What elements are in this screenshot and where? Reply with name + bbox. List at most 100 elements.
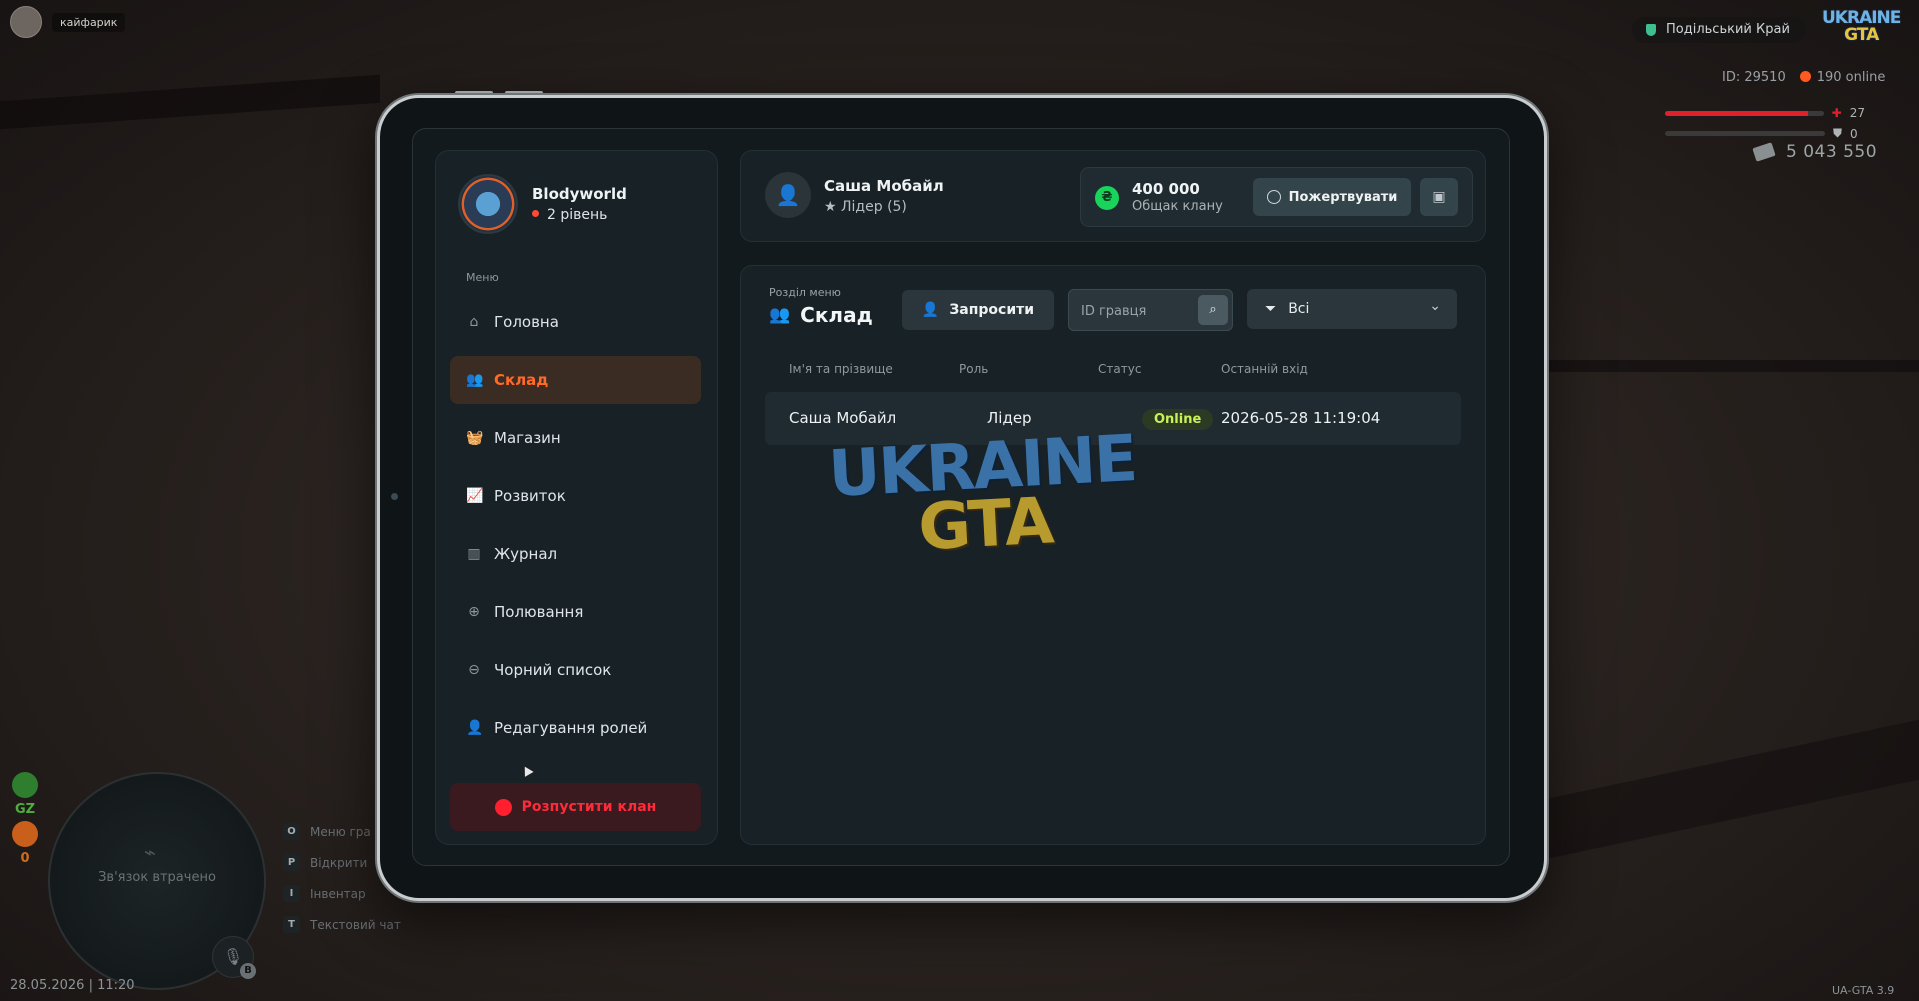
- status-bars: ✚ 27 ⛊ 0: [1665, 106, 1865, 147]
- logo-line-2: GTA: [1844, 25, 1879, 45]
- sidebar-item-hunting[interactable]: ⊕ Полювання: [450, 588, 701, 636]
- coin-icon: ₴: [1095, 186, 1119, 210]
- sidebar-item-journal[interactable]: ▥ Журнал: [450, 530, 701, 578]
- box-icon: ▣: [1432, 189, 1446, 205]
- section-title-text: Склад: [800, 303, 873, 327]
- donate-button[interactable]: Пожертвувати: [1253, 178, 1411, 216]
- crosshair-icon: ⊕: [468, 604, 480, 620]
- player-nickname: кайфарик: [52, 12, 126, 32]
- cash-icon: [1752, 142, 1776, 162]
- background-beam: [0, 74, 380, 130]
- sidebar-item-label: Журнал: [494, 545, 558, 563]
- column-header-name: Ім'я та прізвище: [789, 362, 893, 376]
- treasury-label: Общак клану: [1132, 199, 1223, 214]
- gang-zone-icon: [12, 772, 38, 798]
- gang-zone-label: GZ: [14, 802, 36, 817]
- hud-server-info: ID: 29510 190 online: [1722, 70, 1885, 85]
- armor-row: ⛊ 0: [1665, 126, 1865, 141]
- server-name: Подільський Край: [1666, 22, 1790, 37]
- player-id-input[interactable]: [1079, 290, 1188, 332]
- clan-level: 2 рівень: [532, 207, 627, 223]
- armor-bar: [1665, 131, 1825, 136]
- plus-circle-icon: [1266, 190, 1281, 204]
- sidebar-item-roster[interactable]: 👥 Склад: [450, 356, 701, 404]
- sidebar-item-blacklist[interactable]: ⊖ Чорний список: [450, 646, 701, 694]
- home-icon: ⌂: [469, 314, 479, 330]
- wanted-count: 0: [20, 851, 30, 866]
- ban-icon: ⊖: [468, 662, 480, 678]
- donate-label: Пожертвувати: [1288, 189, 1398, 205]
- invite-button[interactable]: 👤 Запросити: [902, 290, 1054, 330]
- menu-title: Меню: [466, 271, 499, 284]
- disband-label: Розпустити клан: [521, 799, 657, 815]
- sidebar-item-label: Головна: [494, 313, 559, 331]
- online-text: 190 online: [1816, 70, 1886, 85]
- sidebar-item-home[interactable]: ⌂ Головна: [450, 298, 701, 346]
- background-beam: [1540, 360, 1919, 372]
- storage-box-button[interactable]: ▣: [1420, 178, 1458, 216]
- keybind-label: Інвентар: [310, 886, 366, 901]
- key-cap: I: [283, 885, 300, 902]
- shield-icon: [1646, 24, 1656, 36]
- hud-player: кайфарик: [10, 6, 126, 38]
- player-search: ⌕: [1068, 289, 1233, 332]
- clan-sidebar: Blodyworld 2 рівень Меню ⌂ Головна 👥 Склад…: [435, 150, 718, 845]
- section-subtitle: Розділ меню: [769, 286, 841, 299]
- game-datetime: 28.05.2026 | 11:20: [10, 978, 135, 993]
- column-header-status: Статус: [1098, 362, 1142, 376]
- disband-icon: [494, 798, 512, 816]
- online-dot-icon: [1799, 71, 1811, 82]
- clan-name: Blodyworld: [532, 185, 627, 203]
- section-title: 👥 Склад: [769, 303, 873, 327]
- health-row: ✚ 27: [1665, 106, 1865, 120]
- minimap-status: Зв'язок втрачено: [98, 870, 216, 885]
- health-bar-fill: [1665, 110, 1808, 116]
- status-filter-select[interactable]: ⏷ Всі ⌄: [1247, 289, 1457, 329]
- no-signal-icon: ⌁: [144, 840, 157, 864]
- key-cap: O: [283, 823, 300, 840]
- sidebar-item-label: Склад: [494, 371, 549, 389]
- wanted-icon: [12, 821, 38, 847]
- sidebar-item-shop[interactable]: 🧺 Магазин: [450, 414, 701, 462]
- column-header-role: Роль: [959, 362, 989, 376]
- sidebar-item-label: Магазин: [494, 429, 561, 447]
- health-bar: [1665, 110, 1824, 116]
- game-watermark-logo: UKRAINE GTA: [827, 422, 1140, 565]
- keybind-label: Меню гра: [310, 824, 371, 839]
- member-role: Лідер: [987, 409, 1032, 427]
- search-icon: ⌕: [1209, 302, 1217, 317]
- sidebar-item-label: Полювання: [494, 603, 584, 621]
- game-version: UA-GTA 3.9: [1832, 984, 1895, 997]
- hud-side-badges: GZ 0: [12, 772, 38, 866]
- team-icon: 👥: [466, 372, 484, 388]
- level-dot-icon: [532, 210, 539, 217]
- key-cap: T: [283, 916, 300, 933]
- user-add-icon: 👤: [921, 302, 940, 318]
- key-cap: P: [283, 854, 300, 871]
- health-icon: ✚: [1831, 106, 1842, 120]
- disband-clan-button[interactable]: Розпустити клан: [450, 783, 701, 831]
- user-avatar-icon: 👤: [765, 172, 811, 218]
- filter-icon: ⏷: [1265, 301, 1277, 317]
- sidebar-item-development[interactable]: 📈 Розвиток: [450, 472, 701, 520]
- money-value: 5 043 550: [1786, 142, 1878, 162]
- star-icon: ★: [824, 199, 842, 215]
- background-beam: [1540, 719, 1919, 861]
- player-id: ID: 29510: [1722, 70, 1786, 85]
- status-badge: Online: [1142, 409, 1214, 430]
- sidebar-item-role-edit[interactable]: 👤 Редагування ролей: [450, 704, 701, 752]
- keybind-label: Відкрити: [310, 855, 368, 870]
- armor-icon: ⛊: [1833, 126, 1843, 140]
- user-edit-icon: 👤: [466, 720, 484, 736]
- armor-value: 0: [1850, 126, 1858, 141]
- leader-role-text: Лідер (5): [841, 199, 907, 215]
- sidebar-menu: ⌂ Головна 👥 Склад 🧺 Магазин 📈 Розвиток ▥ Журн…: [450, 298, 701, 762]
- leader-name: Саша Мобайл: [824, 177, 944, 195]
- clan-level-text: 2 рівень: [547, 207, 608, 223]
- sidebar-item-label: Чорний список: [494, 661, 612, 679]
- search-button[interactable]: ⌕: [1198, 295, 1228, 325]
- game-logo: UKRAINE GTA: [1822, 10, 1901, 45]
- player-avatar: [10, 6, 42, 38]
- member-name: Саша Мобайл: [789, 409, 897, 427]
- chart-line-icon: 📈: [466, 488, 484, 504]
